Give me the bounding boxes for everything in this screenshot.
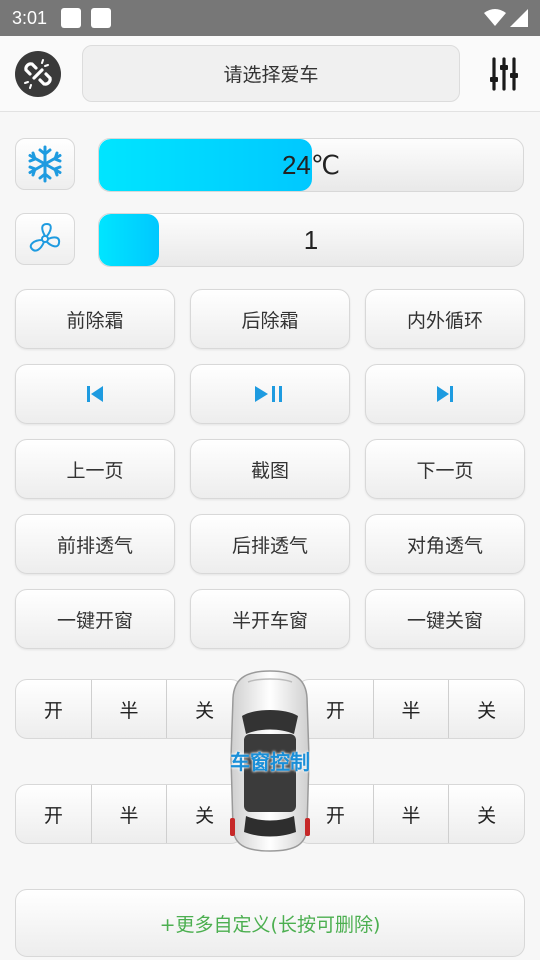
button-label: 后除霜: [241, 309, 299, 332]
front-defrost-button[interactable]: 前除霜: [15, 289, 175, 349]
window-half-button[interactable]: 半: [372, 680, 449, 738]
notification-icon: [61, 8, 82, 28]
car-select-label: 请选择爱车: [223, 64, 319, 86]
rear-defrost-button[interactable]: 后除霜: [190, 289, 350, 349]
button-label: 下一页: [416, 459, 474, 482]
front-right-window-control: 开 半 关: [297, 679, 525, 739]
window-control-title: 车窗控制: [230, 750, 310, 774]
window-close-button[interactable]: 关: [448, 785, 524, 843]
app-header: 请选择爱车: [0, 36, 540, 112]
button-label: 前除霜: [66, 309, 124, 332]
button-label: 截图: [250, 459, 289, 482]
window-half-button[interactable]: 半: [372, 785, 449, 843]
wifi-icon: [484, 9, 506, 26]
add-custom-label: +更多自定义(长按可删除): [159, 913, 381, 936]
status-time: 3:01: [12, 7, 48, 28]
rear-left-window-control: 开 半 关: [15, 784, 243, 844]
status-bar: 3:01: [0, 0, 540, 36]
rear-vent-button[interactable]: 后排透气: [190, 514, 350, 574]
diagonal-vent-button[interactable]: 对角透气: [365, 514, 525, 574]
fan-speed-value: 1: [303, 224, 319, 255]
button-label: 一键开窗: [56, 609, 133, 632]
close-all-windows-button[interactable]: 一键关窗: [365, 589, 525, 649]
front-vent-button[interactable]: 前排透气: [15, 514, 175, 574]
window-half-button[interactable]: 半: [90, 680, 167, 738]
add-custom-button[interactable]: +更多自定义(长按可删除): [15, 889, 525, 957]
window-open-button[interactable]: 开: [16, 680, 91, 738]
next-page-button[interactable]: 下一页: [365, 439, 525, 499]
ac-toggle-button[interactable]: [15, 138, 75, 190]
button-label: 前排透气: [56, 534, 133, 557]
temperature-value: 24℃: [281, 149, 341, 180]
open-all-windows-button[interactable]: 一键开窗: [15, 589, 175, 649]
skip-previous-icon: [87, 386, 103, 402]
play-pause-button[interactable]: [190, 364, 350, 424]
settings-button[interactable]: [484, 54, 524, 94]
next-track-button[interactable]: [365, 364, 525, 424]
button-label: 半开车窗: [231, 609, 308, 632]
previous-track-button[interactable]: [15, 364, 175, 424]
sliders-icon: [490, 57, 518, 91]
air-recirculation-button[interactable]: 内外循环: [365, 289, 525, 349]
button-label: 后排透气: [231, 534, 308, 557]
temperature-slider[interactable]: 24℃: [98, 138, 524, 192]
skip-next-icon: [437, 386, 453, 402]
button-label: 对角透气: [406, 534, 483, 557]
connection-button[interactable]: [15, 51, 61, 97]
window-half-button[interactable]: 半: [90, 785, 167, 843]
broken-link-icon: [24, 59, 52, 89]
rear-right-window-control: 开 半 关: [297, 784, 525, 844]
button-label: 内外循环: [406, 309, 483, 332]
play-pause-icon: [255, 386, 282, 402]
previous-page-button[interactable]: 上一页: [15, 439, 175, 499]
half-open-windows-button[interactable]: 半开车窗: [190, 589, 350, 649]
cell-signal-icon: [510, 9, 528, 27]
screenshot-button[interactable]: 截图: [190, 439, 350, 499]
notification-icon: [91, 8, 112, 28]
fan-icon: [29, 222, 61, 252]
window-open-button[interactable]: 开: [16, 785, 91, 843]
car-select-button[interactable]: 请选择爱车: [82, 45, 460, 102]
snowflake-icon: [28, 145, 62, 183]
button-label: 上一页: [66, 459, 124, 482]
fan-speed-slider[interactable]: 1: [98, 213, 524, 267]
button-label: 一键关窗: [406, 609, 483, 632]
fan-toggle-button[interactable]: [15, 213, 75, 265]
window-close-button[interactable]: 关: [448, 680, 524, 738]
front-left-window-control: 开 半 关: [15, 679, 243, 739]
